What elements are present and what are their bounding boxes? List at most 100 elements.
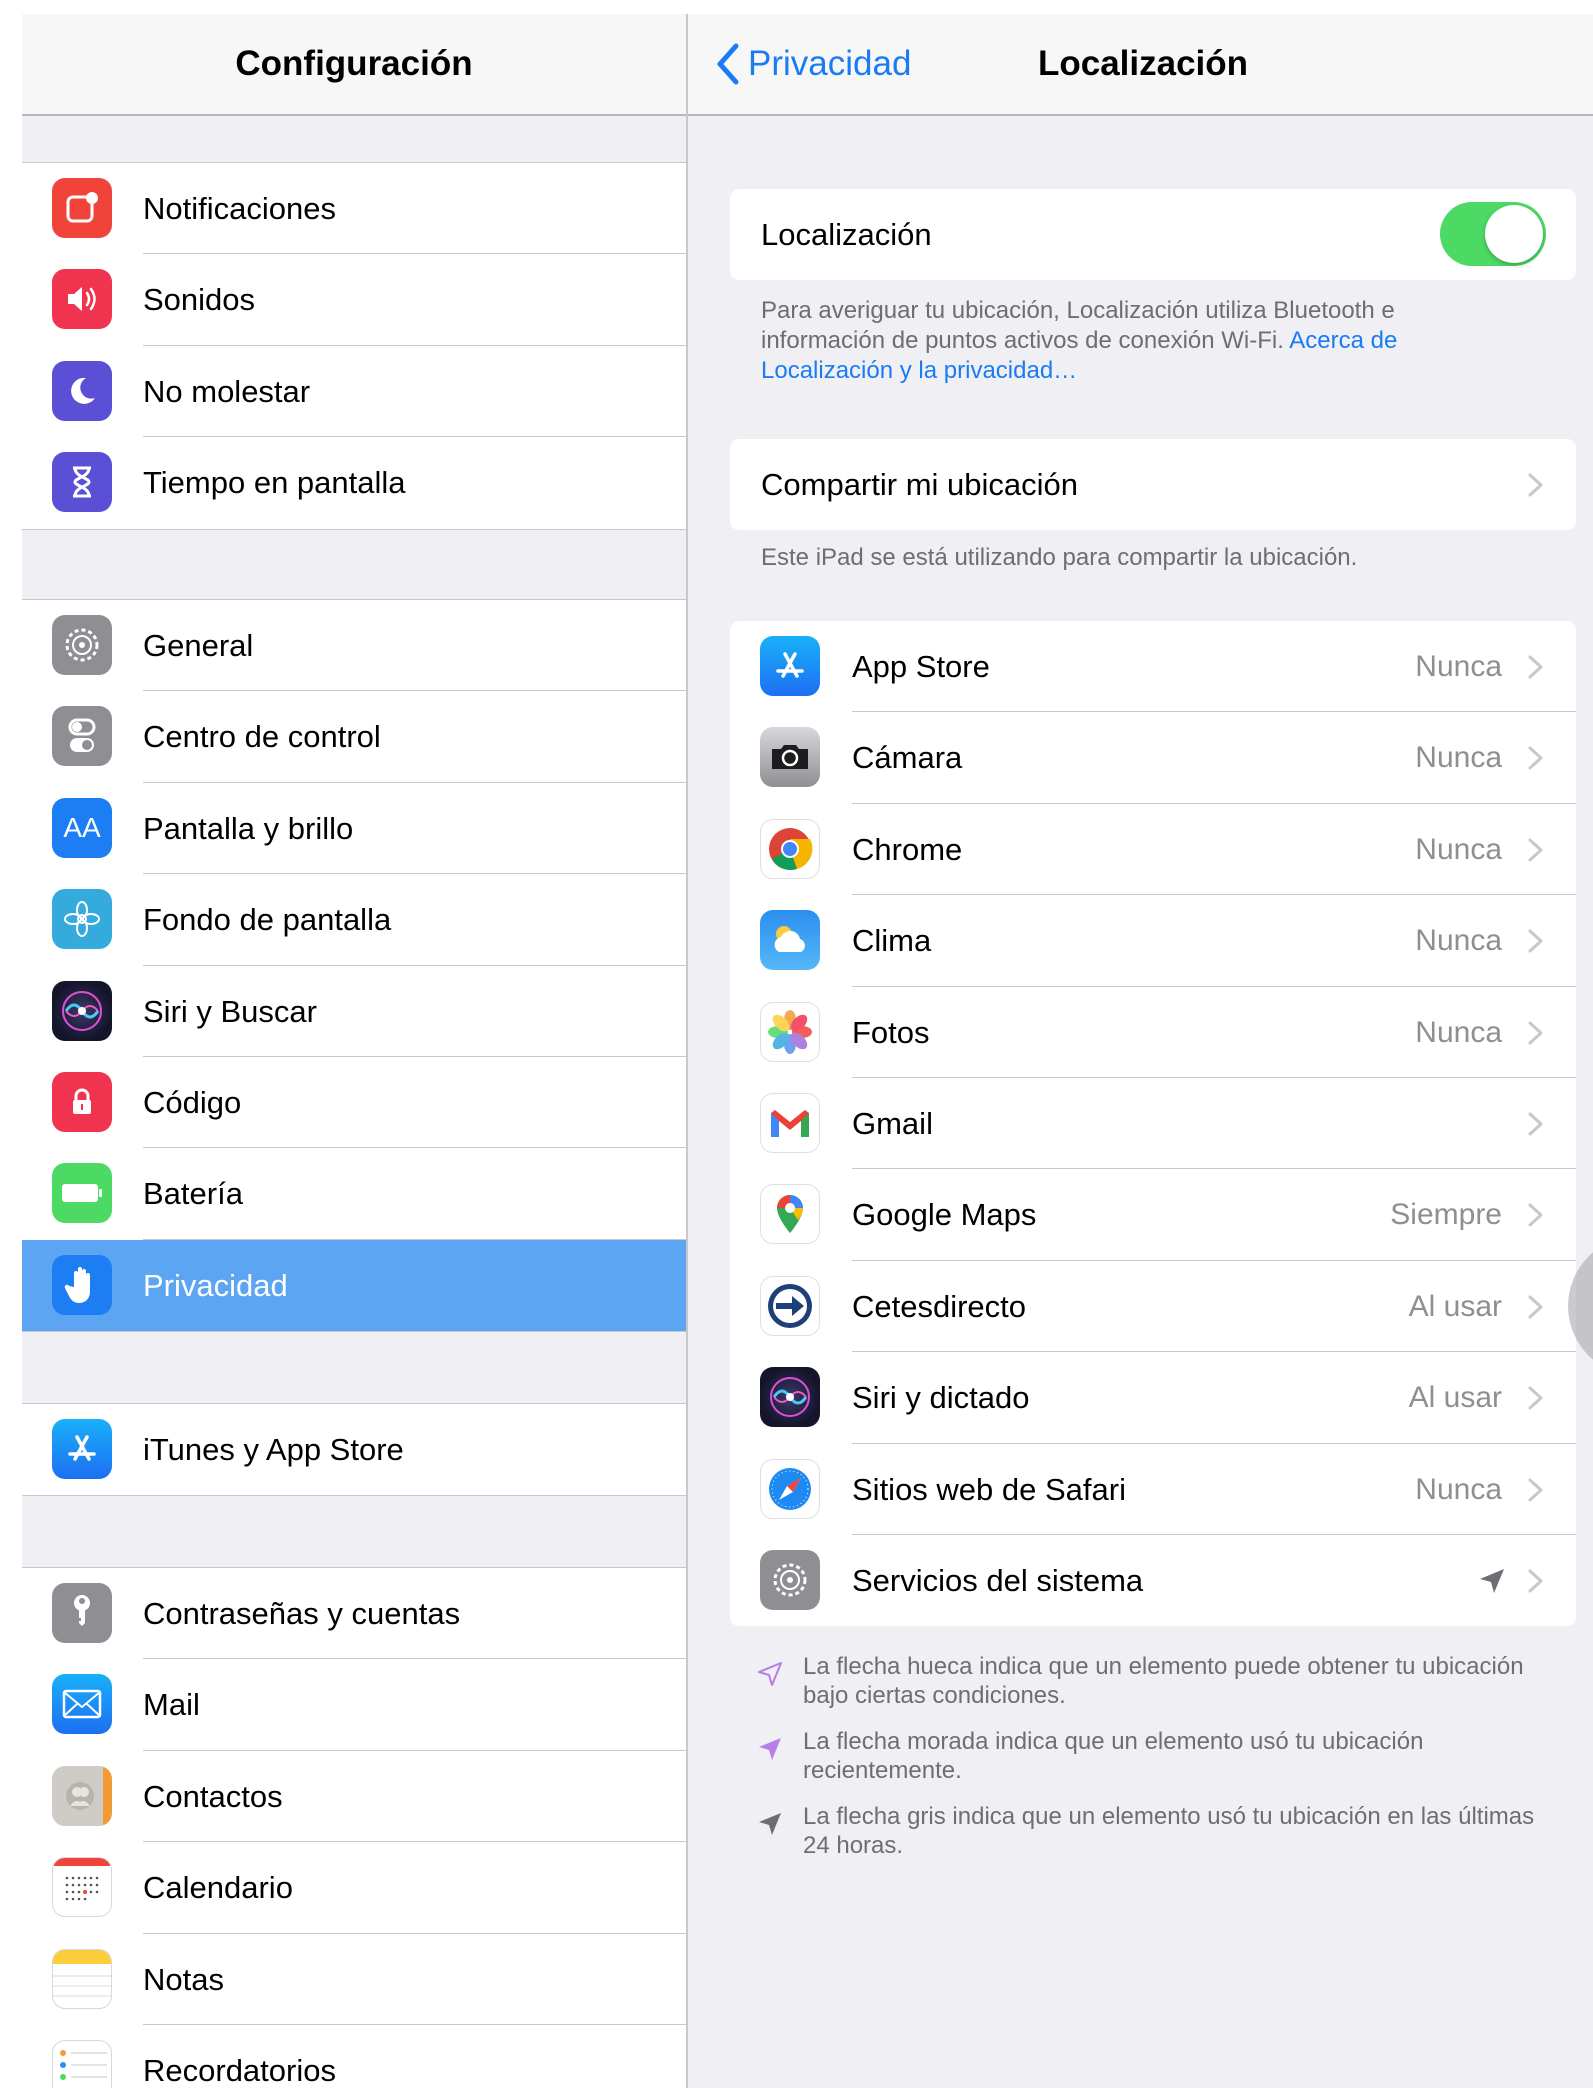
sidebar-item-label: Calendario bbox=[143, 1870, 293, 1906]
sidebar-item-centro-de-control[interactable]: Centro de control bbox=[22, 691, 686, 783]
sidebar-item-contactos[interactable]: Contactos bbox=[22, 1751, 686, 1843]
location-footer: Para averiguar tu ubicación, Localizació… bbox=[761, 296, 1521, 386]
camera-icon bbox=[760, 727, 820, 788]
settings-sidebar: Configuración Notificaciones Sonidos No … bbox=[22, 14, 686, 2088]
chevron-left-icon bbox=[717, 43, 739, 85]
sidebar-item-bateria[interactable]: Batería bbox=[22, 1148, 686, 1240]
detail-title: Localización bbox=[1037, 44, 1249, 83]
detail-navbar: Privacidad Localización bbox=[688, 14, 1593, 116]
contacts-icon bbox=[52, 1765, 112, 1826]
app-permission-value: Nunca bbox=[1415, 650, 1502, 683]
app-store-icon bbox=[52, 1419, 112, 1479]
legend-item: La flecha morada indica que un elemento … bbox=[730, 1727, 1550, 1785]
switches-icon bbox=[52, 706, 112, 767]
app-permission-value: Nunca bbox=[1415, 1015, 1502, 1049]
notes-icon bbox=[52, 1948, 112, 2009]
notifications-icon bbox=[52, 178, 112, 238]
sidebar-item-label: Siri y Buscar bbox=[143, 993, 317, 1029]
app-row-chrome[interactable]: Chrome Nunca bbox=[730, 804, 1576, 896]
siri-icon bbox=[760, 1367, 820, 1428]
flower-icon bbox=[52, 889, 112, 950]
settings-group-2: General Centro de control AA Pantalla y … bbox=[22, 599, 686, 1333]
battery-icon bbox=[52, 1163, 112, 1224]
app-name: Servicios del sistema bbox=[852, 1562, 1144, 1598]
google-maps-icon bbox=[760, 1184, 820, 1245]
gear-icon bbox=[52, 615, 112, 675]
sidebar-item-label: Notas bbox=[143, 1961, 224, 1997]
moon-icon bbox=[52, 360, 112, 421]
app-row-sitios-web-de-safari[interactable]: Sitios web de Safari Nunca bbox=[730, 1444, 1576, 1535]
sidebar-item-tiempo-en-pantalla[interactable]: Tiempo en pantalla bbox=[22, 437, 686, 528]
sidebar-item-notas[interactable]: Notas bbox=[22, 1934, 686, 2025]
location-toggle[interactable] bbox=[1440, 202, 1546, 266]
envelope-icon bbox=[52, 1674, 112, 1735]
app-row-app-store[interactable]: App Store Nunca bbox=[730, 621, 1576, 713]
sidebar-item-label: Sonidos bbox=[143, 282, 256, 318]
settings-group-4: Contraseñas y cuentas Mail Contactos Cal… bbox=[22, 1567, 686, 2088]
location-arrow-legend: La flecha hueca indica que un elemento p… bbox=[730, 1652, 1550, 1877]
sidebar-item-no-molestar[interactable]: No molestar bbox=[22, 346, 686, 438]
back-button[interactable]: Privacidad bbox=[714, 14, 911, 114]
gray-arrow-icon bbox=[759, 1813, 781, 1835]
chevron-right-icon bbox=[1528, 655, 1543, 679]
sidebar-item-label: Recordatorios bbox=[143, 2052, 336, 2088]
sidebar-item-notificaciones[interactable]: Notificaciones bbox=[22, 163, 686, 255]
legend-text: La flecha hueca indica que un elemento p… bbox=[803, 1653, 1524, 1709]
app-row-google-maps[interactable]: Google Maps Siempre bbox=[730, 1169, 1576, 1261]
legend-text: La flecha gris indica que un elemento us… bbox=[803, 1803, 1535, 1859]
sidebar-item-fondo-de-pantalla[interactable]: Fondo de pantalla bbox=[22, 874, 686, 966]
location-toggle-label: Localización bbox=[761, 217, 932, 252]
sidebar-title: Configuración bbox=[235, 44, 473, 83]
share-location-row[interactable]: Compartir mi ubicación bbox=[730, 439, 1576, 530]
app-row-cetesdirecto[interactable]: Cetesdirecto Al usar bbox=[730, 1261, 1576, 1353]
sidebar-item-label: Tiempo en pantalla bbox=[143, 465, 406, 501]
share-footer: Este iPad se está utilizando para compar… bbox=[761, 544, 1358, 571]
chevron-right-icon bbox=[1528, 473, 1543, 497]
sidebar-item-codigo[interactable]: Código bbox=[22, 1057, 686, 1149]
sidebar-item-label: Privacidad bbox=[143, 1267, 288, 1303]
calendar-icon bbox=[52, 1857, 112, 1918]
sidebar-item-label: No molestar bbox=[143, 373, 311, 409]
chevron-right-icon bbox=[1528, 746, 1543, 770]
sidebar-item-pantalla-y-brillo[interactable]: AA Pantalla y brillo bbox=[22, 783, 686, 875]
safari-icon bbox=[760, 1458, 820, 1519]
app-permission-value: Nunca bbox=[1415, 832, 1502, 866]
chevron-right-icon bbox=[1528, 1386, 1543, 1410]
app-name: Gmail bbox=[852, 1105, 933, 1141]
chrome-icon bbox=[760, 818, 820, 879]
settings-group-1: Notificaciones Sonidos No molestar Tiemp… bbox=[22, 162, 686, 530]
sidebar-item-privacidad[interactable]: Privacidad bbox=[22, 1239, 686, 1332]
app-row-gmail[interactable]: Gmail bbox=[730, 1078, 1576, 1170]
chevron-right-icon bbox=[1528, 838, 1543, 862]
sidebar-item-contrasenas-y-cuentas[interactable]: Contraseñas y cuentas bbox=[22, 1568, 686, 1660]
sidebar-item-sonidos[interactable]: Sonidos bbox=[22, 254, 686, 346]
sidebar-item-itunes-y-app-store[interactable]: iTunes y App Store bbox=[22, 1404, 686, 1495]
sidebar-item-calendario[interactable]: Calendario bbox=[22, 1842, 686, 1934]
app-row-siri-y-dictado[interactable]: Siri y dictado Al usar bbox=[730, 1352, 1576, 1444]
settings-screen: Configuración Notificaciones Sonidos No … bbox=[22, 14, 1593, 2088]
sidebar-item-label: Código bbox=[143, 1084, 242, 1120]
app-row-servicios-del-sistema[interactable]: Servicios del sistema bbox=[730, 1535, 1576, 1626]
chevron-right-icon bbox=[1528, 1112, 1543, 1136]
app-row-clima[interactable]: Clima Nunca bbox=[730, 895, 1576, 987]
photos-icon bbox=[760, 1001, 820, 1062]
gear-icon bbox=[760, 1549, 820, 1610]
sidebar-item-mail[interactable]: Mail bbox=[22, 1659, 686, 1751]
app-row-fotos[interactable]: Fotos Nunca bbox=[730, 987, 1576, 1078]
app-name: Clima bbox=[852, 923, 932, 959]
app-row-camara[interactable]: Cámara Nunca bbox=[730, 712, 1576, 804]
app-permission-value: Siempre bbox=[1390, 1198, 1502, 1232]
hourglass-icon bbox=[52, 452, 112, 513]
back-button-label: Privacidad bbox=[748, 44, 912, 83]
app-store-icon bbox=[760, 636, 820, 696]
sidebar-item-siri-y-buscar[interactable]: Siri y Buscar bbox=[22, 966, 686, 1057]
sidebar-item-recordatorios[interactable]: Recordatorios bbox=[22, 2025, 686, 2088]
sidebar-item-general[interactable]: General bbox=[22, 600, 686, 692]
app-permission-value: Al usar bbox=[1408, 1381, 1502, 1415]
location-toggle-row: Localización bbox=[730, 189, 1576, 280]
sidebar-item-label: iTunes y App Store bbox=[143, 1432, 404, 1467]
app-name: Siri y dictado bbox=[852, 1380, 1030, 1416]
reminders-icon bbox=[52, 2039, 112, 2088]
chevron-right-icon bbox=[1528, 1478, 1543, 1502]
sidebar-item-label: Batería bbox=[143, 1176, 243, 1212]
